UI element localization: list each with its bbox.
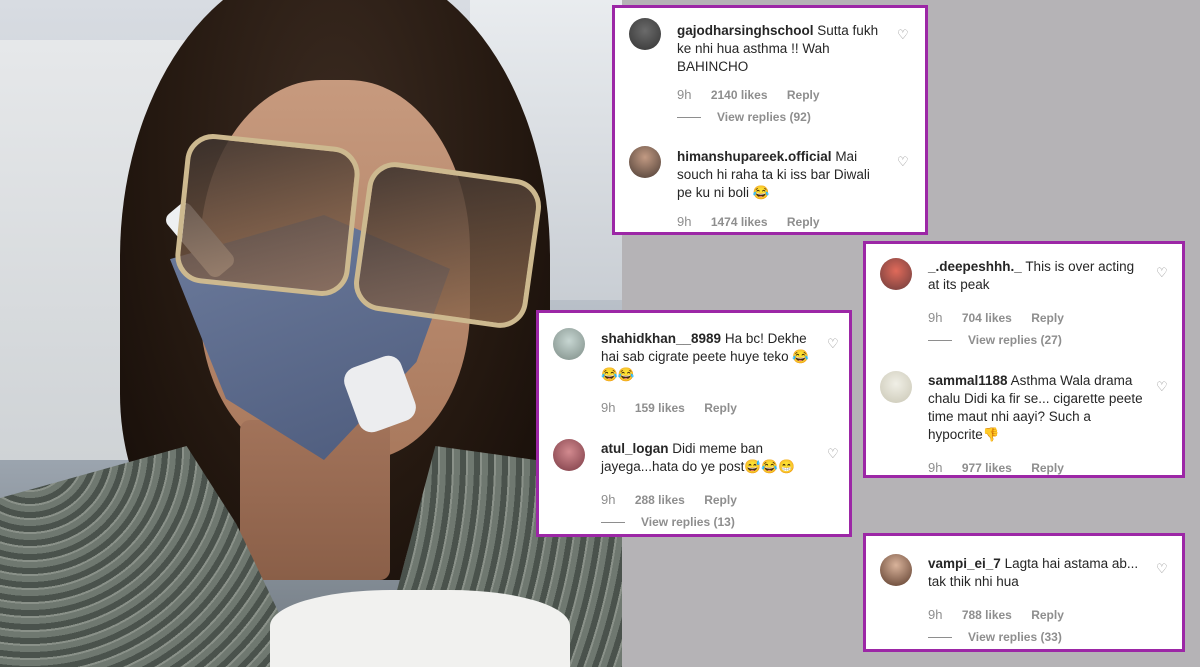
- comment-box-1: gajodharsinghschool Sutta fukh ke nhi hu…: [612, 5, 928, 235]
- avatar[interactable]: [880, 554, 912, 586]
- avatar[interactable]: [553, 328, 585, 360]
- selfie-photo: [0, 0, 622, 667]
- comment-meta: 9h 159 likes Reply: [601, 400, 753, 415]
- reply-button[interactable]: Reply: [704, 401, 737, 415]
- heart-icon[interactable]: ♡: [897, 28, 911, 42]
- comment-meta: 9h 977 likes Reply: [928, 460, 1080, 475]
- comment-age: 9h: [601, 400, 616, 415]
- comment-meta: 9h 2140 likes Reply: [677, 87, 836, 102]
- likes-count[interactable]: 704 likes: [962, 311, 1012, 325]
- comment-meta: 9h 288 likes Reply: [601, 492, 753, 507]
- likes-count[interactable]: 977 likes: [962, 461, 1012, 475]
- replies-divider: [677, 117, 701, 119]
- reply-button[interactable]: Reply: [704, 493, 737, 507]
- likes-count[interactable]: 159 likes: [635, 401, 685, 415]
- view-replies-button[interactable]: View replies (27): [928, 333, 1062, 347]
- view-replies-button[interactable]: View replies (13): [601, 515, 735, 529]
- username-link[interactable]: vampi_ei_7: [928, 556, 1001, 571]
- heart-icon[interactable]: ♡: [1156, 562, 1170, 576]
- comment-text: sammal1188 Asthma Wala drama chalu Didi …: [928, 372, 1143, 444]
- avatar[interactable]: [629, 18, 661, 50]
- username-link[interactable]: shahidkhan__8989: [601, 331, 721, 346]
- username-link[interactable]: gajodharsinghschool: [677, 23, 814, 38]
- comment-meta: 9h 788 likes Reply: [928, 607, 1080, 622]
- comment-text: himanshupareek.official Mai souch hi rah…: [677, 148, 887, 202]
- replies-divider: [601, 522, 625, 524]
- comment-age: 9h: [677, 214, 692, 229]
- comment-text: gajodharsinghschool Sutta fukh ke nhi hu…: [677, 22, 887, 76]
- view-replies-label: View replies (27): [968, 333, 1062, 347]
- comment-meta: 9h 1474 likes Reply: [677, 214, 836, 229]
- heart-icon[interactable]: ♡: [897, 155, 911, 169]
- likes-count[interactable]: 288 likes: [635, 493, 685, 507]
- username-link[interactable]: himanshupareek.official: [677, 149, 832, 164]
- avatar[interactable]: [629, 146, 661, 178]
- replies-divider: [928, 340, 952, 342]
- comment-age: 9h: [677, 87, 692, 102]
- reply-button[interactable]: Reply: [1031, 608, 1064, 622]
- comment-box-3: _.deepeshhh._ This is over acting at its…: [863, 241, 1185, 478]
- view-replies-label: View replies (13): [641, 515, 735, 529]
- heart-icon[interactable]: ♡: [1156, 266, 1170, 280]
- likes-count[interactable]: 2140 likes: [711, 88, 768, 102]
- reply-button[interactable]: Reply: [1031, 461, 1064, 475]
- likes-count[interactable]: 1474 likes: [711, 215, 768, 229]
- comment-text: _.deepeshhh._ This is over acting at its…: [928, 258, 1143, 294]
- sunglasses-left-lens: [172, 131, 363, 299]
- sunglasses-right-lens: [350, 158, 545, 332]
- comment-age: 9h: [928, 310, 943, 325]
- username-link[interactable]: atul_logan: [601, 441, 669, 456]
- avatar[interactable]: [880, 371, 912, 403]
- view-replies-button[interactable]: View replies (33): [928, 630, 1062, 644]
- comment-box-2: shahidkhan__8989 Ha bc! Dekhe hai sab ci…: [536, 310, 852, 537]
- username-link[interactable]: sammal1188: [928, 373, 1008, 388]
- heart-icon[interactable]: ♡: [827, 447, 841, 461]
- reply-button[interactable]: Reply: [1031, 311, 1064, 325]
- reply-button[interactable]: Reply: [787, 215, 820, 229]
- comment-text: vampi_ei_7 Lagta hai astama ab... tak th…: [928, 555, 1143, 591]
- view-replies-label: View replies (33): [968, 630, 1062, 644]
- comment-age: 9h: [601, 492, 616, 507]
- replies-divider: [928, 637, 952, 639]
- avatar[interactable]: [880, 258, 912, 290]
- avatar[interactable]: [553, 439, 585, 471]
- white-top: [270, 590, 570, 667]
- heart-icon[interactable]: ♡: [1156, 380, 1170, 394]
- comment-meta: 9h 704 likes Reply: [928, 310, 1080, 325]
- comment-age: 9h: [928, 607, 943, 622]
- view-replies-button[interactable]: View replies (92): [677, 110, 811, 124]
- heart-icon[interactable]: ♡: [827, 337, 841, 351]
- comment-age: 9h: [928, 460, 943, 475]
- comment-box-4: vampi_ei_7 Lagta hai astama ab... tak th…: [863, 533, 1185, 652]
- username-link[interactable]: _.deepeshhh._: [928, 259, 1022, 274]
- view-replies-label: View replies (92): [717, 110, 811, 124]
- reply-button[interactable]: Reply: [787, 88, 820, 102]
- comment-text: shahidkhan__8989 Ha bc! Dekhe hai sab ci…: [601, 330, 816, 384]
- likes-count[interactable]: 788 likes: [962, 608, 1012, 622]
- comment-text: atul_logan Didi meme ban jayega...hata d…: [601, 440, 816, 476]
